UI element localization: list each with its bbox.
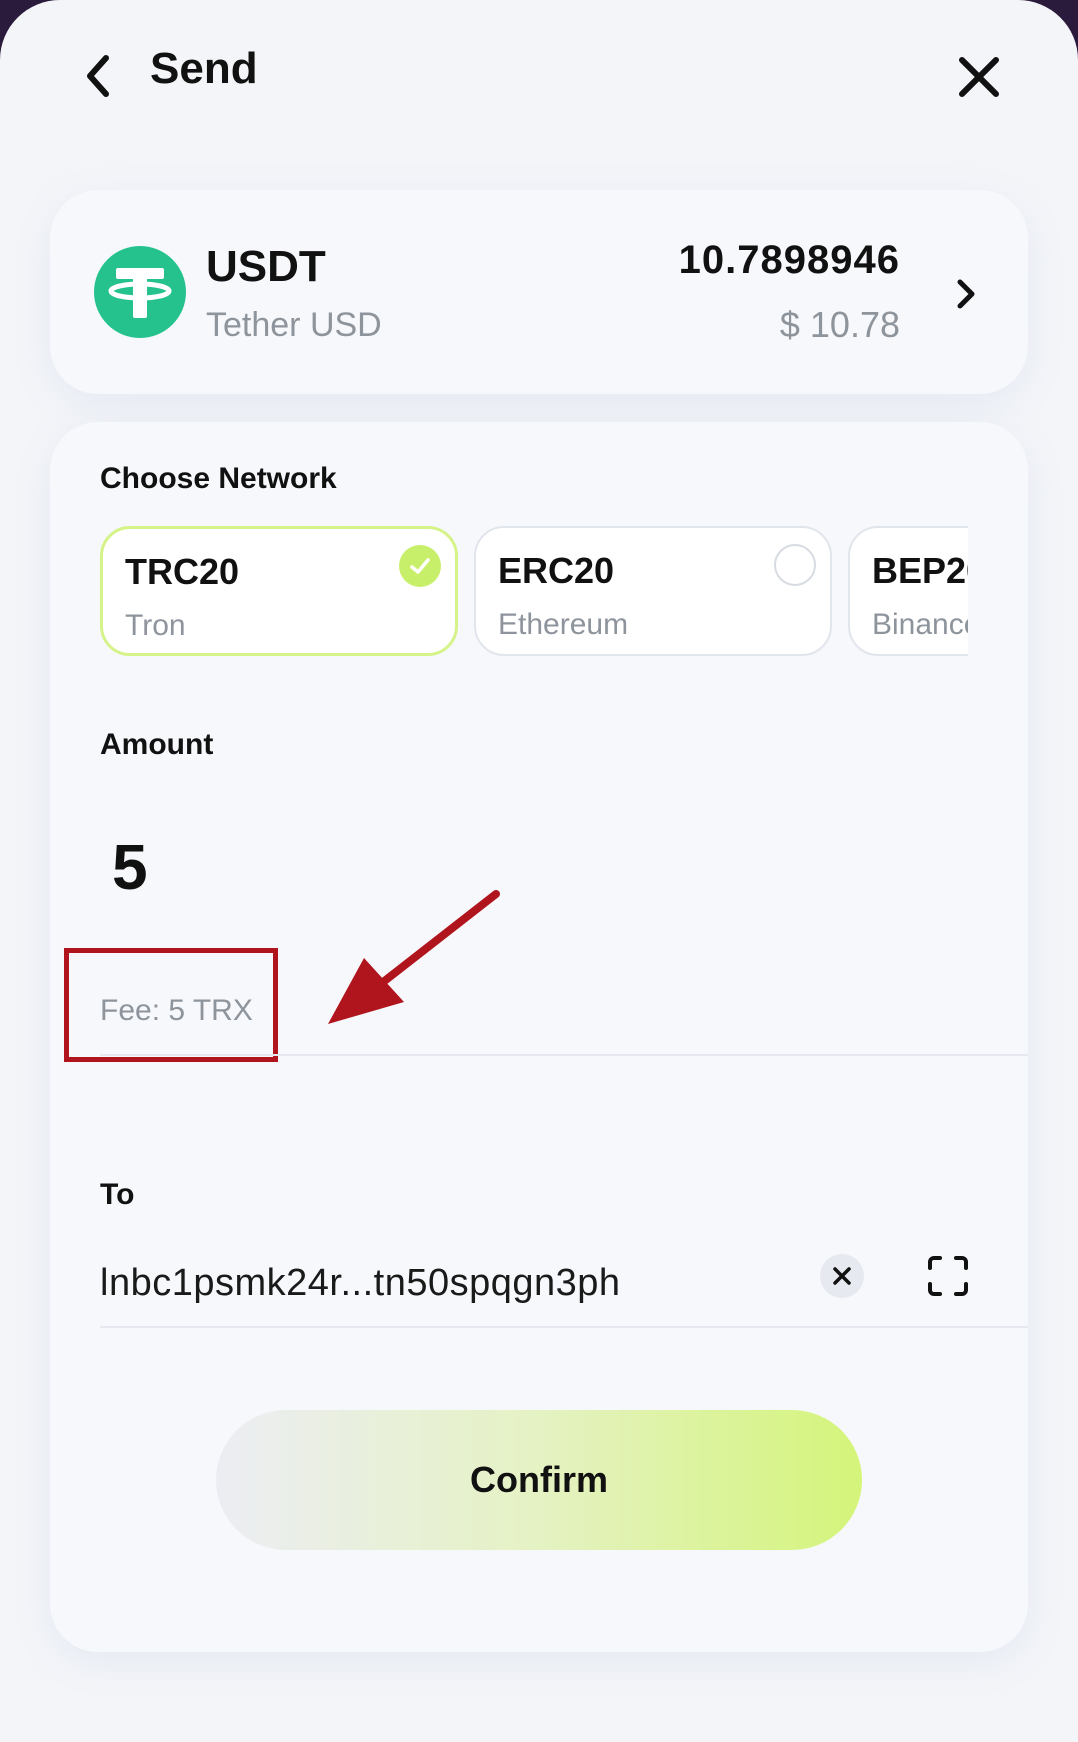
network-options: TRC20 Tron ERC20 Ethereum BEP20 Binance — [100, 524, 968, 664]
scan-icon — [928, 1256, 968, 1296]
send-form: Choose Network TRC20 Tron ERC20 Ethereum… — [50, 422, 1028, 1652]
send-sheet: Send USDT Tether USD 10.7898946 $ 10.78 … — [0, 0, 1078, 1742]
network-option-bep20[interactable]: BEP20 Binance — [848, 526, 968, 656]
scan-qr-button[interactable] — [926, 1254, 970, 1298]
token-symbol: USDT — [206, 242, 326, 291]
header: Send — [0, 30, 1078, 120]
amount-label: Amount — [100, 728, 214, 761]
clear-address-button[interactable] — [820, 1254, 864, 1298]
token-balance: 10.7898946 — [678, 238, 900, 282]
close-button[interactable] — [954, 52, 1004, 102]
token-usd-value: $ 10.78 — [779, 304, 900, 345]
amount-divider — [100, 1054, 1028, 1056]
recipient-address-input[interactable]: lnbc1psmk24r...tn50spqgn3ph — [100, 1262, 621, 1305]
network-name: Ethereum — [498, 608, 629, 641]
close-icon — [959, 57, 999, 97]
token-name: Tether USD — [206, 306, 382, 344]
checkmark-icon — [399, 545, 441, 587]
network-option-trc20[interactable]: TRC20 Tron — [100, 526, 458, 656]
fee-text: Fee: 5 TRX — [100, 994, 253, 1027]
network-label: Choose Network — [100, 462, 337, 495]
to-label: To — [100, 1178, 135, 1211]
annotation-arrow-icon — [328, 890, 500, 1024]
chevron-right-icon — [957, 279, 975, 309]
page-title: Send — [150, 44, 258, 93]
radio-unchecked-icon — [774, 544, 816, 586]
chevron-left-icon — [87, 55, 109, 97]
address-divider — [100, 1326, 1028, 1328]
clear-icon — [833, 1267, 851, 1285]
back-button[interactable] — [78, 48, 122, 104]
network-name: Tron — [125, 609, 186, 642]
network-option-erc20[interactable]: ERC20 Ethereum — [474, 526, 832, 656]
amount-input[interactable]: 5 — [112, 830, 148, 904]
network-name: Binance — [872, 608, 968, 641]
tether-logo-icon — [94, 246, 186, 338]
network-code: TRC20 — [125, 551, 240, 592]
network-code: BEP20 — [872, 550, 968, 591]
token-selector[interactable]: USDT Tether USD 10.7898946 $ 10.78 — [50, 190, 1028, 394]
confirm-button[interactable]: Confirm — [216, 1410, 862, 1550]
network-code: ERC20 — [498, 550, 615, 591]
